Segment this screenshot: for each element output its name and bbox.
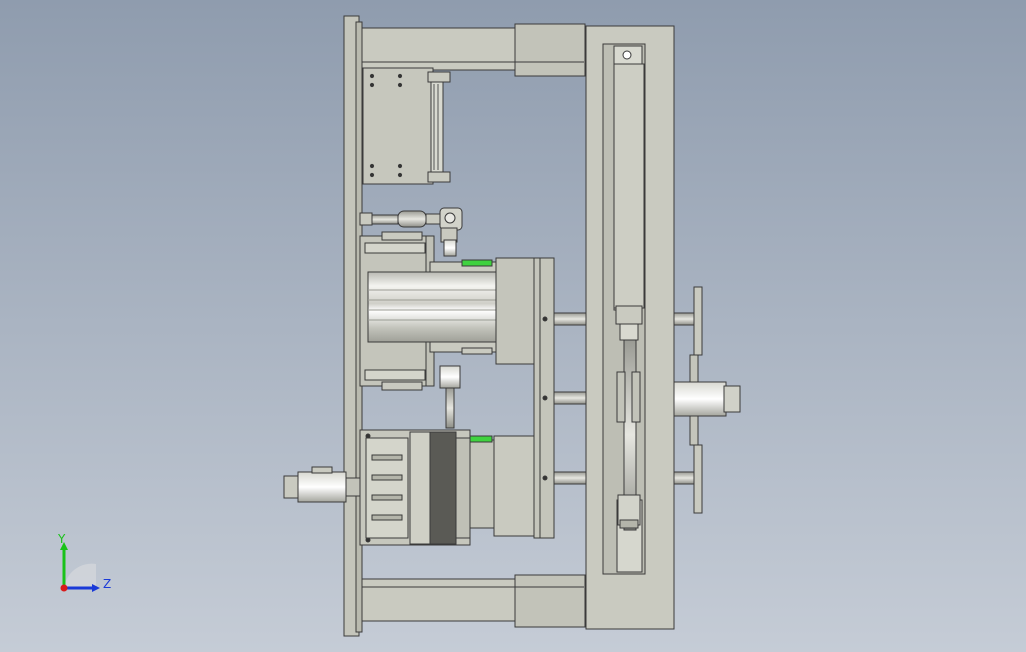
triad-x-origin (60, 584, 68, 592)
guide-shaft-bottom[interactable] (553, 471, 587, 485)
center-side-plate[interactable] (533, 257, 555, 539)
top-control-box[interactable] (362, 67, 451, 185)
triad-z-label: Z (103, 577, 112, 591)
right-servo-motor[interactable] (673, 381, 727, 417)
guide-shaft-top[interactable] (553, 312, 587, 326)
guide-shaft-middle[interactable] (553, 391, 587, 405)
dark-press-block[interactable] (429, 431, 457, 545)
cad-viewport[interactable]: Y Z (0, 0, 1026, 652)
lower-press-assembly[interactable] (359, 429, 535, 546)
bottom-beam-cap[interactable] (514, 574, 586, 628)
top-beam-cap[interactable] (514, 23, 586, 77)
triad-arc (64, 563, 96, 588)
connecting-rod[interactable] (439, 365, 461, 429)
triad-y-label: Y (58, 532, 66, 546)
cad-model-drawing[interactable] (0, 0, 1026, 652)
